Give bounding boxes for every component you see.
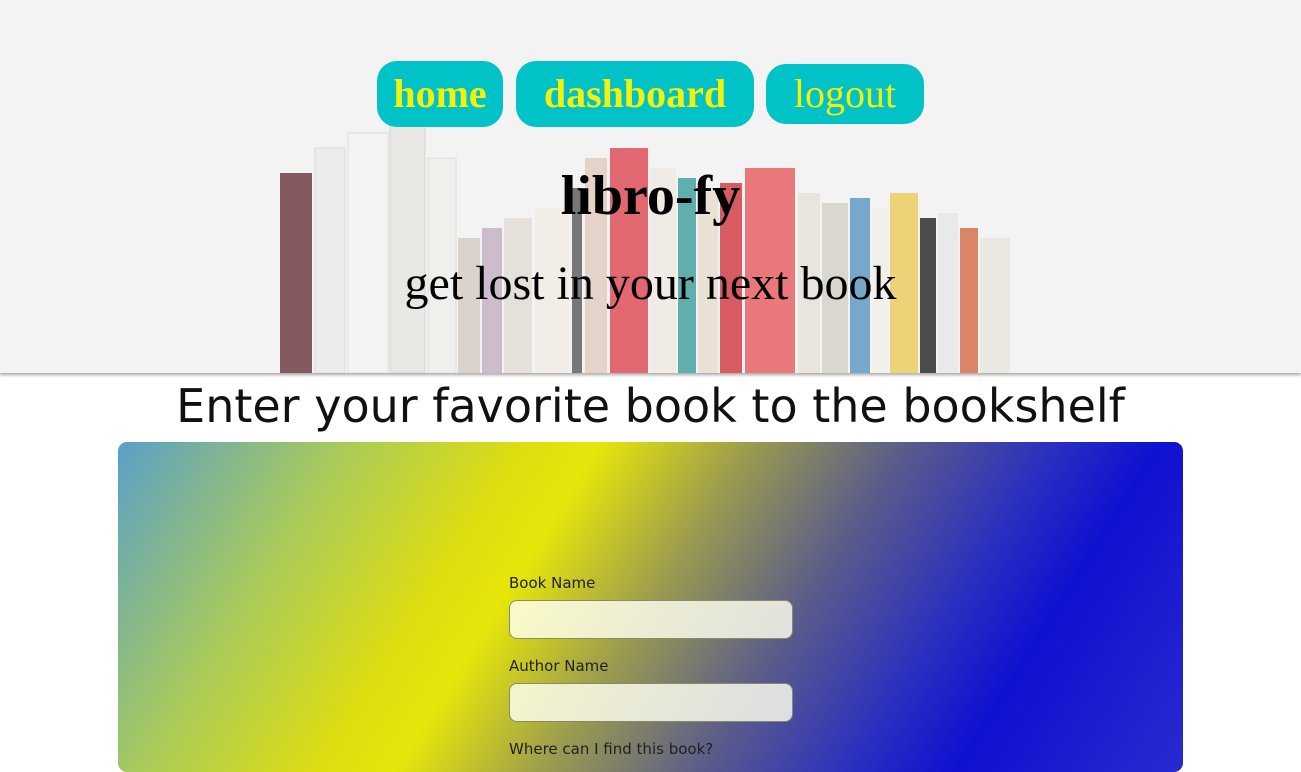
add-book-form: Book Name Author Name Where can I find t… [118, 442, 1183, 772]
nav-home-button[interactable]: home [377, 61, 503, 127]
site-tagline: get lost in your next book [404, 257, 897, 310]
section-heading: Enter your favorite book to the bookshel… [176, 379, 1125, 433]
hero-banner: home dashboard logout libro-fy get lost … [0, 0, 1301, 373]
bookshelf-background-image [270, 118, 1030, 373]
nav-dashboard-button[interactable]: dashboard [516, 61, 754, 127]
site-title: libro-fy [560, 165, 741, 227]
author-name-label: Author Name [509, 657, 609, 675]
book-location-label: Where can I find this book? [509, 740, 714, 758]
book-name-label: Book Name [509, 574, 596, 592]
book-name-input[interactable] [509, 600, 793, 639]
author-name-input[interactable] [509, 683, 793, 722]
top-nav: home dashboard logout [0, 61, 1301, 127]
nav-logout-button[interactable]: logout [766, 64, 924, 124]
